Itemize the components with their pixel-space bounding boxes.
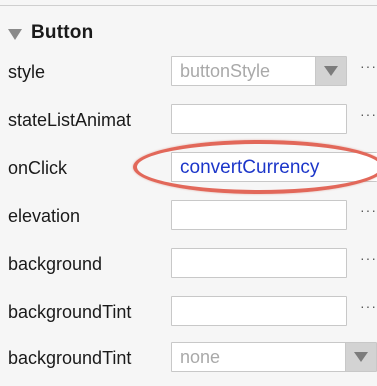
backgroundtintmode-select[interactable]: none	[171, 342, 377, 372]
statelistanimator-input[interactable]	[171, 104, 347, 134]
more-options-icon[interactable]: ···	[360, 298, 377, 314]
dropdown-button[interactable]	[315, 57, 346, 85]
more-options-icon[interactable]: ···	[360, 58, 377, 74]
property-label: backgroundTint	[8, 347, 132, 368]
backgroundtint-input[interactable]	[171, 296, 347, 326]
property-row-backgroundtint: backgroundTint ···	[0, 288, 377, 336]
property-label: style	[8, 61, 46, 82]
collapse-triangle-icon[interactable]	[8, 28, 22, 40]
property-label: elevation	[8, 205, 81, 226]
property-label: stateListAnimat	[8, 109, 132, 130]
background-input[interactable]	[171, 248, 347, 278]
dropdown-button[interactable]	[345, 343, 376, 371]
onclick-select[interactable]: convertCurrency	[171, 152, 377, 182]
top-divider	[0, 5, 377, 6]
elevation-input[interactable]	[171, 200, 347, 230]
property-row-onclick: onClick convertCurrency	[0, 144, 377, 192]
property-row-background: background ···	[0, 240, 377, 288]
property-label: background	[8, 253, 103, 274]
property-label: backgroundTint	[8, 301, 132, 322]
property-row-style: style buttonStyle ···	[0, 48, 377, 96]
more-options-icon[interactable]: ···	[360, 202, 377, 218]
property-row-backgroundtintmode: backgroundTint none	[0, 334, 377, 382]
chevron-down-icon	[324, 66, 338, 76]
section-title: Button	[31, 22, 94, 43]
style-select[interactable]: buttonStyle	[171, 56, 347, 86]
onclick-value: convertCurrency	[180, 157, 320, 178]
property-row-elevation: elevation ···	[0, 192, 377, 240]
button-section-header[interactable]: Button	[8, 20, 93, 46]
select-value: none	[180, 346, 221, 367]
select-value: buttonStyle	[180, 60, 271, 81]
more-options-icon[interactable]: ···	[360, 106, 377, 122]
chevron-down-icon	[354, 352, 368, 362]
more-options-icon[interactable]: ···	[360, 250, 377, 266]
property-label: onClick	[8, 157, 68, 178]
property-row-statelistanimator: stateListAnimat ···	[0, 96, 377, 144]
